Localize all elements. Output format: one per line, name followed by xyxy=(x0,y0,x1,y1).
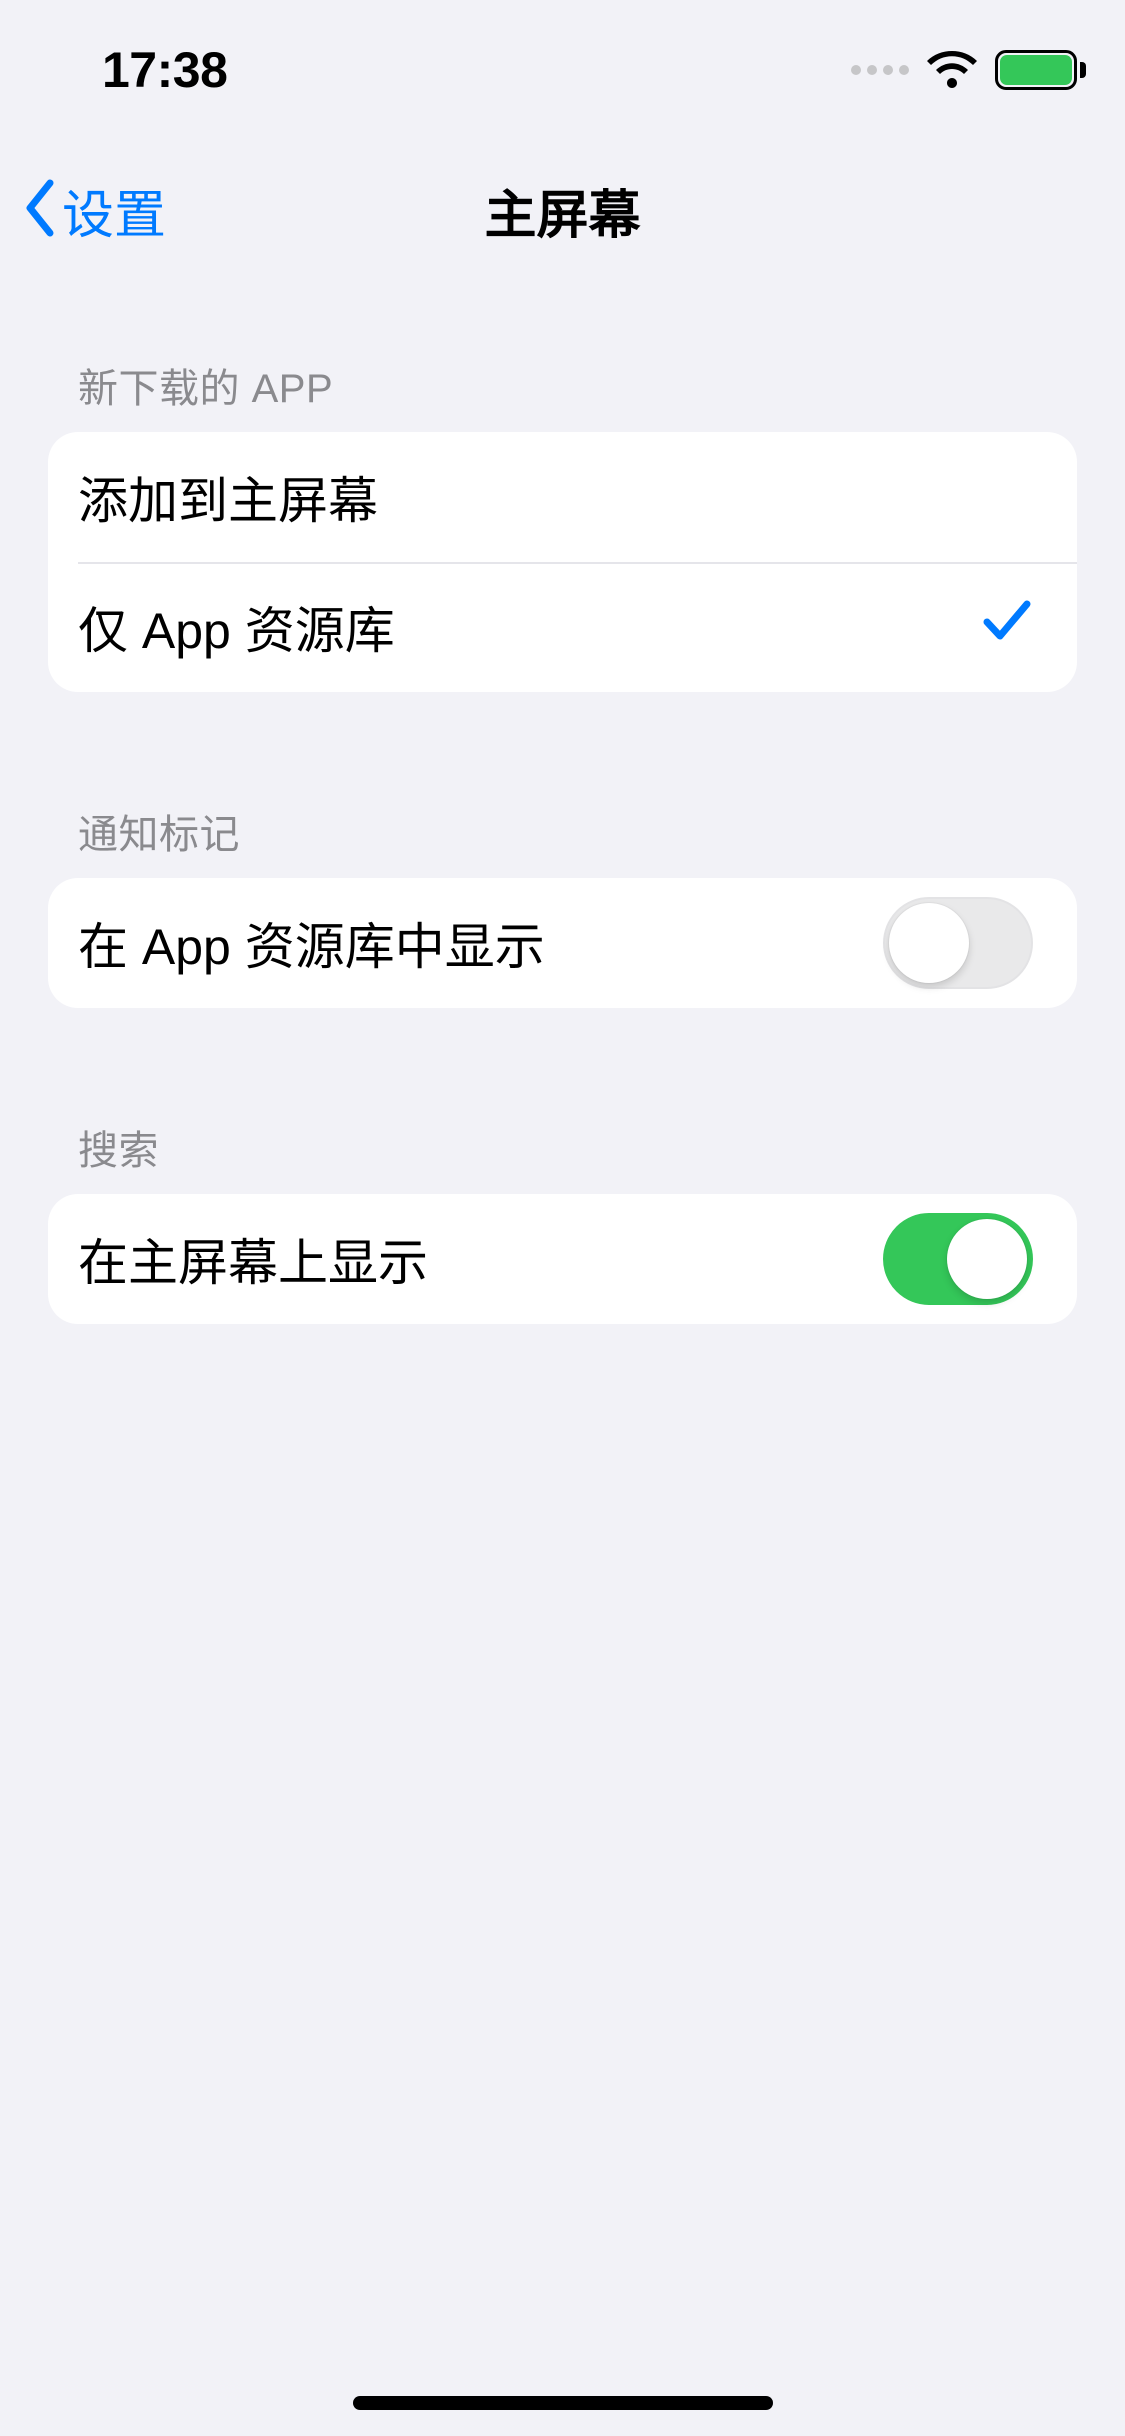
chevron-left-icon xyxy=(20,177,60,244)
row-show-on-home: 在主屏幕上显示 xyxy=(48,1194,1077,1324)
status-time: 17:38 xyxy=(102,41,227,99)
cellular-dots-icon xyxy=(851,65,909,75)
section-header-search: 搜索 xyxy=(48,1118,1077,1194)
group-badges: 在 App 资源库中显示 xyxy=(48,878,1077,1008)
section-header-new-apps: 新下载的 APP xyxy=(48,356,1077,432)
back-button[interactable]: 设置 xyxy=(20,173,166,248)
status-bar: 17:38 xyxy=(0,0,1125,140)
section-header-badges: 通知标记 xyxy=(48,802,1077,878)
wifi-icon xyxy=(927,51,977,89)
toggle-knob xyxy=(947,1219,1027,1299)
nav-bar: 设置 主屏幕 xyxy=(0,160,1125,260)
option-add-to-home[interactable]: 添加到主屏幕 xyxy=(48,432,1077,562)
back-label: 设置 xyxy=(62,173,166,248)
row-label: 在 App 资源库中显示 xyxy=(78,907,545,979)
row-label: 在主屏幕上显示 xyxy=(78,1223,428,1295)
toggle-show-in-library[interactable] xyxy=(883,897,1033,989)
toggle-knob xyxy=(889,903,969,983)
status-right xyxy=(851,50,1077,90)
group-new-apps: 添加到主屏幕 仅 App 资源库 xyxy=(48,432,1077,692)
checkmark-icon xyxy=(981,596,1033,658)
option-app-library-only[interactable]: 仅 App 资源库 xyxy=(48,562,1077,692)
content: 新下载的 APP 添加到主屏幕 仅 App 资源库 通知标记 在 App 资源库… xyxy=(0,330,1125,1324)
battery-icon xyxy=(995,50,1077,90)
group-search: 在主屏幕上显示 xyxy=(48,1194,1077,1324)
option-label: 仅 App 资源库 xyxy=(78,591,395,663)
page-title: 主屏幕 xyxy=(0,173,1125,248)
toggle-show-on-home[interactable] xyxy=(883,1213,1033,1305)
home-indicator xyxy=(353,2396,773,2410)
row-show-in-library: 在 App 资源库中显示 xyxy=(48,878,1077,1008)
option-label: 添加到主屏幕 xyxy=(78,461,378,533)
